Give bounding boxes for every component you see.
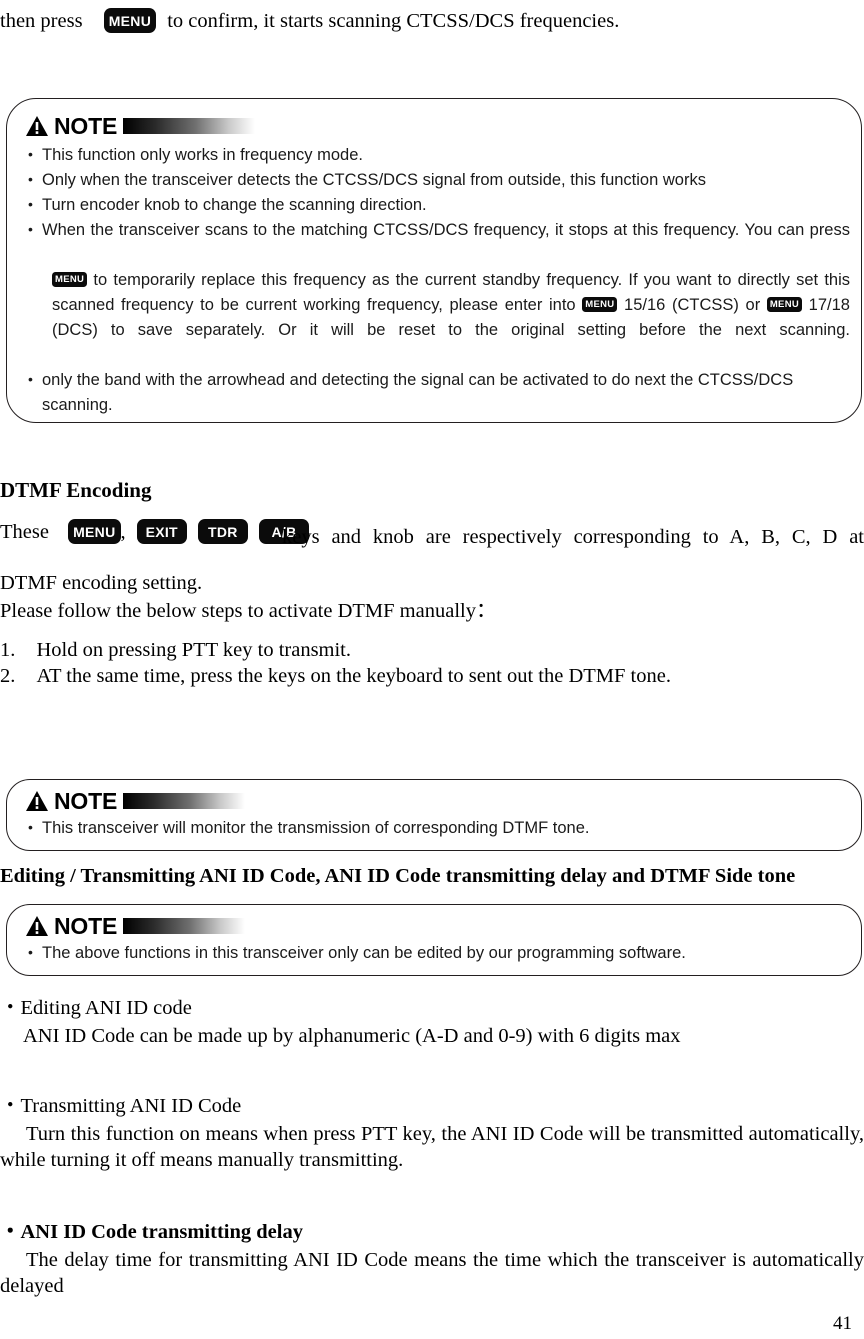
note-item: This transceiver will monitor the transm… <box>28 815 845 841</box>
ani-label-text: Editing ANI ID code <box>20 997 192 1019</box>
dtmf-step-2: 2. AT the same time, press the keys on t… <box>0 663 864 689</box>
note-box-scanning: NOTE This function only works in frequen… <box>6 98 862 423</box>
note-item-long-line2: MENU to temporarily replace this frequen… <box>52 268 850 368</box>
tdr-key-icon: TDR <box>197 518 248 544</box>
warning-triangle-icon <box>26 916 48 936</box>
note-gradient-bar <box>123 118 256 134</box>
ani-section-heading: Editing / Transmitting ANI ID Code, ANI … <box>0 865 796 887</box>
ani-body-text: ANI ID Code can be made up by alphanumer… <box>23 1025 681 1047</box>
manual-page: then press MENU to confirm, it starts sc… <box>0 0 864 1339</box>
dtmf-line-end-head: keys and knob are respectively correspon… <box>282 526 864 548</box>
menu-key-icon: MENU <box>68 518 121 544</box>
bullet-icon <box>0 997 21 1019</box>
note-item-part1: When the transceiver scans to the matchi… <box>42 221 850 239</box>
dtmf-instruction: Please follow the below steps to activat… <box>0 600 497 622</box>
note-gradient-bar <box>123 793 246 809</box>
intro-after-text: to confirm, it starts scanning CTCSS/DCS… <box>167 10 620 32</box>
dtmf-line-start: These <box>0 521 49 543</box>
ani-label-text: Transmitting ANI ID Code <box>20 1095 242 1117</box>
note-header: NOTE <box>25 913 861 939</box>
note-item-long-line1: When the transceiver scans to the matchi… <box>42 218 850 268</box>
step-number: 1. <box>0 639 16 661</box>
ani-body-delay: The delay time for transmitting ANI ID C… <box>0 1247 864 1299</box>
dtmf-keys-sentence-tail: keys and knob are respectively correspon… <box>282 524 864 576</box>
note-body: This function only works in frequency mo… <box>28 142 850 418</box>
intro-before-text: then press <box>0 10 83 32</box>
warning-triangle-icon <box>26 791 48 811</box>
dtmf-step-1: 1. Hold on pressing PTT key to transmit. <box>0 637 864 663</box>
ani-bullet-label: ANI ID Code transmitting delay <box>0 1219 864 1245</box>
note-gradient-bar <box>123 918 246 934</box>
menu-key-icon: MENU <box>582 297 618 312</box>
step-text: Hold on pressing PTT key to transmit. <box>36 639 352 661</box>
note-item: This function only works in frequency mo… <box>28 142 845 168</box>
note-header: NOTE <box>25 788 861 814</box>
ani-body-text: The delay time for transmitting ANI ID C… <box>0 1249 864 1297</box>
page-number: 41 <box>833 1313 852 1334</box>
dtmf-encoding-heading: DTMF Encoding <box>0 478 152 502</box>
note-box-programming-software: NOTE The above functions in this transce… <box>6 904 862 976</box>
ani-body-text: Turn this function on means when press P… <box>0 1123 864 1171</box>
dtmf-keys-sentence-wrap: DTMF encoding setting. <box>0 570 864 596</box>
note-title: NOTE <box>54 912 118 939</box>
intro-line: then press MENU to confirm, it starts sc… <box>0 7 864 35</box>
note-body: This transceiver will monitor the transm… <box>28 815 845 841</box>
note-title: NOTE <box>54 112 118 139</box>
note-title: NOTE <box>54 787 118 814</box>
note-item: Turn encoder knob to change the scanning… <box>28 192 845 218</box>
ani-block-editing: Editing ANI ID code ANI ID Code can be m… <box>0 995 864 1049</box>
note-item-long: When the transceiver scans to the matchi… <box>28 217 850 368</box>
note-item-part3: 15/16 (CTCSS) or <box>624 296 761 314</box>
note-item: only the band with the arrowhead and det… <box>28 367 845 418</box>
ani-label-text: ANI ID Code transmitting delay <box>20 1221 303 1243</box>
exit-key-icon: EXIT <box>136 518 187 544</box>
note-header: NOTE <box>25 113 861 139</box>
step-number: 2. <box>0 665 16 687</box>
note-item: The above functions in this transceiver … <box>28 940 845 966</box>
dtmf-line-end-tail: DTMF encoding setting. <box>0 572 203 594</box>
note-item: Only when the transceiver detects the CT… <box>28 167 845 193</box>
ani-block-delay-label: ANI ID Code transmitting delay <box>0 1219 864 1245</box>
ani-block-transmitting: Transmitting ANI ID Code <box>0 1093 864 1119</box>
bullet-icon <box>0 1221 21 1243</box>
bullet-icon <box>0 1095 21 1117</box>
warning-triangle-icon <box>26 116 48 136</box>
menu-key-icon: MENU <box>766 297 803 312</box>
key-separator: , <box>120 521 126 543</box>
ani-bullet-label: Transmitting ANI ID Code <box>0 1093 864 1119</box>
step-text: AT the same time, press the keys on the … <box>36 665 671 687</box>
note-box-dtmf-monitor: NOTE This transceiver will monitor the t… <box>6 779 862 851</box>
note-item-text: only the band with the arrowhead and det… <box>42 371 794 414</box>
note-body: The above functions in this transceiver … <box>28 940 845 966</box>
ani-body-transmitting: Turn this function on means when press P… <box>0 1121 864 1173</box>
menu-key-icon: MENU <box>103 7 157 33</box>
ani-bullet-label: Editing ANI ID code <box>0 995 864 1021</box>
menu-key-icon: MENU <box>52 272 88 287</box>
